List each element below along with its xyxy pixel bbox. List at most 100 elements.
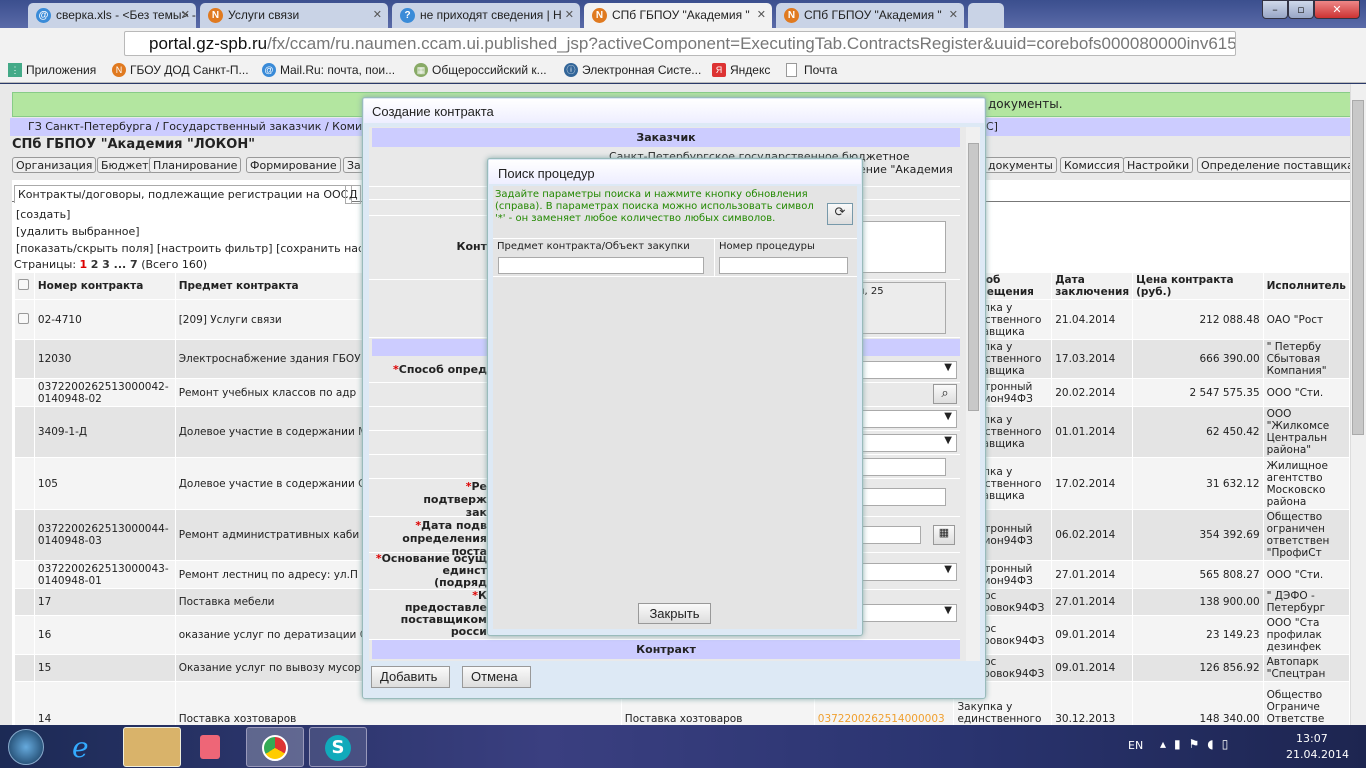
row-checkbox-cell[interactable] bbox=[14, 406, 35, 458]
skype-icon: S bbox=[325, 735, 351, 761]
column-header[interactable]: Дата заключения bbox=[1051, 272, 1134, 300]
browser-tab[interactable]: N Услуги связи ✕ bbox=[200, 3, 388, 28]
bookmark-apps[interactable]: ⋮ Приложения bbox=[8, 63, 96, 77]
chrome-icon bbox=[262, 735, 288, 761]
pagination: Страницы: 1 2 3 ... 7 (Всего 160) bbox=[14, 258, 207, 271]
basis-label: *Основание осущ единст (подряд bbox=[375, 553, 487, 589]
select-all-checkbox-header[interactable] bbox=[14, 272, 35, 300]
url-input[interactable]: portal.gz-spb.ru/fx/ccam/ru.naumen.ccam.… bbox=[124, 31, 1236, 56]
basis-select[interactable]: ▼ bbox=[849, 563, 957, 581]
row-checkbox-cell[interactable] bbox=[14, 681, 35, 725]
bookmark-label: Mail.Ru: почта, пои... bbox=[280, 63, 396, 77]
browser-tab-active[interactable]: N СПб ГБПОУ "Академия " ✕ bbox=[584, 3, 772, 28]
row-checkbox-cell[interactable] bbox=[14, 588, 35, 616]
column-header[interactable]: Цена контракта (руб.) bbox=[1132, 272, 1264, 300]
bookmark-item[interactable]: Почта bbox=[786, 63, 837, 77]
close-tab-icon[interactable]: ✕ bbox=[565, 8, 574, 21]
row-checkbox[interactable] bbox=[18, 312, 29, 324]
calendar-button[interactable]: ▦ bbox=[933, 525, 955, 545]
cancel-button[interactable]: Отмена bbox=[462, 666, 531, 688]
ie-icon[interactable]: e bbox=[72, 731, 89, 764]
apps-grid-icon: ⋮ bbox=[8, 63, 22, 77]
minimize-button[interactable]: – bbox=[1262, 0, 1288, 19]
section-contract: Контракт bbox=[372, 640, 960, 659]
text-field[interactable] bbox=[849, 458, 946, 476]
k-select[interactable]: ▼ bbox=[849, 604, 957, 622]
maximize-button[interactable]: ▫ bbox=[1288, 0, 1314, 19]
explorer-taskbar-button[interactable] bbox=[123, 727, 181, 767]
number-search-input[interactable] bbox=[719, 257, 848, 274]
close-button[interactable]: Закрыть bbox=[638, 603, 711, 624]
row-checkbox-cell[interactable] bbox=[14, 378, 35, 407]
page-scrollbar-thumb[interactable] bbox=[1352, 100, 1364, 435]
create-link[interactable]: [создать] bbox=[16, 208, 70, 221]
clock-time[interactable]: 13:07 bbox=[1296, 732, 1328, 745]
tray-icons[interactable]: ▴▮⚑◖▯ bbox=[1160, 737, 1236, 751]
nav-organization[interactable]: Организация bbox=[12, 157, 97, 173]
bookmark-item[interactable]: @ Mail.Ru: почта, пои... bbox=[262, 63, 395, 77]
chrome-taskbar-button[interactable] bbox=[246, 727, 304, 767]
new-tab-button[interactable] bbox=[968, 3, 1004, 28]
row-checkbox-cell[interactable] bbox=[14, 560, 35, 589]
close-tab-icon[interactable]: ✕ bbox=[757, 8, 766, 21]
clock-date[interactable]: 21.04.2014 bbox=[1286, 748, 1349, 761]
bookmark-item[interactable]: ⓘ Электронная Систе... bbox=[564, 63, 701, 77]
page-links[interactable]: 2 3 ... 7 bbox=[91, 258, 138, 271]
close-tab-icon[interactable]: ✕ bbox=[373, 8, 382, 21]
search-procedure-button[interactable]: ⌕ bbox=[933, 384, 957, 404]
nav-documents[interactable]: документы bbox=[984, 157, 1057, 173]
close-window-button[interactable]: ✕ bbox=[1314, 0, 1360, 19]
contract-number: 0372200262513000042-0140948-02 bbox=[33, 378, 176, 407]
breadcrumb-text[interactable]: ГЗ Санкт-Петербурга / Государственный за… bbox=[28, 120, 369, 133]
bookmark-label: ГБОУ ДОД Санкт-П... bbox=[130, 63, 249, 77]
url-host: portal.gz-spb.ru bbox=[149, 34, 268, 53]
bookmark-label: Электронная Систе... bbox=[582, 63, 702, 77]
bookmark-item[interactable]: ▦ Общероссийский к... bbox=[414, 63, 547, 77]
close-tab-icon[interactable]: ✕ bbox=[181, 8, 190, 21]
row-checkbox-cell[interactable] bbox=[14, 339, 35, 379]
start-button[interactable] bbox=[8, 729, 44, 765]
select-all-checkbox[interactable] bbox=[18, 279, 29, 290]
dialog-scrollbar-thumb[interactable] bbox=[968, 143, 979, 411]
bookmark-item[interactable]: Я Яндекс bbox=[712, 63, 770, 77]
tab-contracts-for-registration[interactable]: Контракты/договоры, подлежащие регистрац… bbox=[14, 185, 353, 203]
select-field[interactable]: ▼ bbox=[849, 410, 957, 428]
column-header[interactable]: Номер контракта bbox=[33, 272, 176, 300]
executor: ООО "Ста профилак дезинфек bbox=[1262, 615, 1350, 655]
row-checkbox-cell[interactable] bbox=[14, 299, 35, 340]
row-checkbox-cell[interactable] bbox=[14, 654, 35, 682]
row-checkbox-cell[interactable] bbox=[14, 509, 35, 561]
subject-search-input[interactable] bbox=[498, 257, 704, 274]
close-tab-icon[interactable]: ✕ bbox=[949, 8, 958, 21]
method-select[interactable]: ▼ bbox=[849, 361, 957, 379]
contract-price: 565 808.27 bbox=[1132, 560, 1264, 589]
nav-planning[interactable]: Планирование bbox=[149, 157, 242, 173]
result-field[interactable] bbox=[849, 488, 946, 506]
nav-commission[interactable]: Комиссия bbox=[1060, 157, 1124, 173]
contract-number: 17 bbox=[33, 588, 176, 616]
nav-supplier-determination[interactable]: Определение поставщика bbox=[1197, 157, 1350, 173]
refresh-icon: ⟳ bbox=[834, 204, 846, 219]
field-filter-links[interactable]: [показать/скрыть поля] [настроить фильтр… bbox=[16, 242, 361, 255]
bookmark-item[interactable]: N ГБОУ ДОД Санкт-П... bbox=[112, 63, 249, 77]
media-player-icon[interactable] bbox=[200, 735, 220, 759]
nav-forming[interactable]: Формирование bbox=[246, 157, 341, 173]
conclusion-date: 20.02.2014 bbox=[1051, 378, 1134, 407]
row-checkbox-cell[interactable] bbox=[14, 457, 35, 510]
browser-tab[interactable]: ? не приходят сведения | Н ✕ bbox=[392, 3, 580, 28]
tab-second[interactable]: Д bbox=[345, 185, 361, 204]
nav-budget[interactable]: Бюджет bbox=[97, 157, 153, 173]
row-checkbox-cell[interactable] bbox=[14, 615, 35, 655]
select-field[interactable]: ▼ bbox=[849, 434, 957, 452]
browser-tab[interactable]: N СПб ГБПОУ "Академия " ✕ bbox=[776, 3, 964, 28]
nav-settings[interactable]: Настройки bbox=[1123, 157, 1194, 173]
add-button[interactable]: Добавить bbox=[371, 666, 450, 688]
conclusion-date: 09.01.2014 bbox=[1051, 615, 1134, 655]
delete-selected-link[interactable]: [удалить выбранное] bbox=[16, 225, 140, 238]
contract-number: 02-4710 bbox=[33, 299, 176, 340]
browser-tab[interactable]: @ сверка.xls - <Без темы> - ✕ bbox=[28, 3, 196, 28]
skype-taskbar-button[interactable]: S bbox=[309, 727, 367, 767]
refresh-button[interactable]: ⟳ bbox=[827, 203, 853, 225]
column-header[interactable]: Исполнитель bbox=[1262, 272, 1350, 300]
language-indicator[interactable]: EN bbox=[1128, 739, 1143, 752]
